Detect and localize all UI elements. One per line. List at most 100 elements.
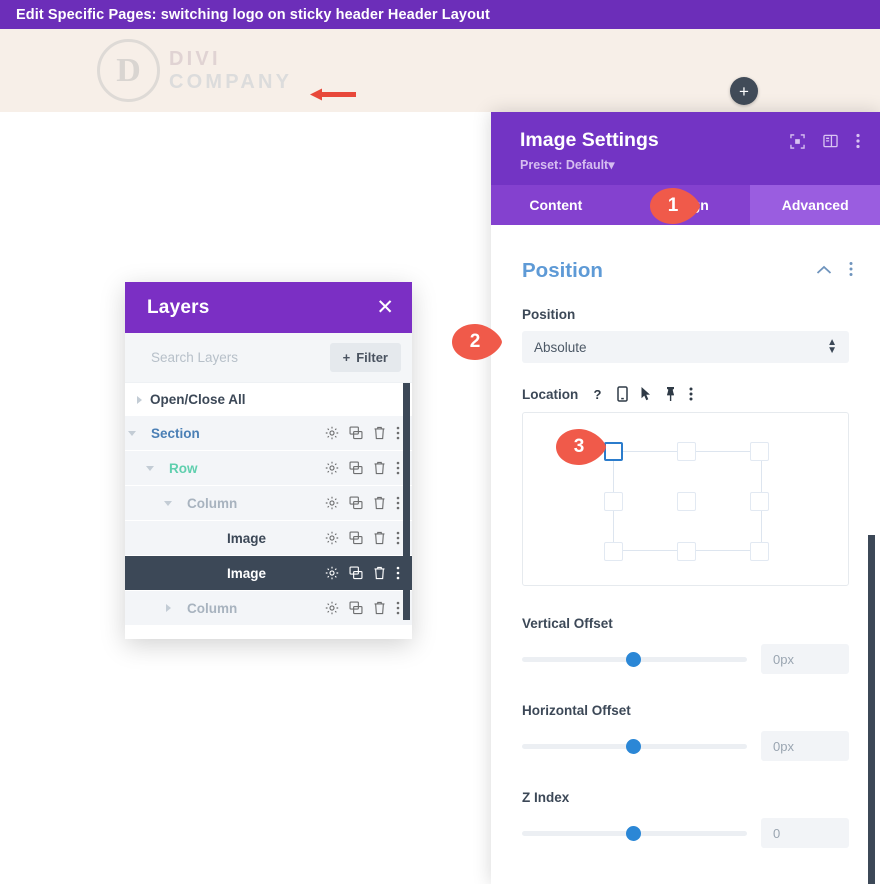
layer-row-column-2[interactable]: Column (125, 486, 412, 520)
layer-row-row-1[interactable]: Row (125, 451, 412, 485)
responsive-phone-icon[interactable] (617, 386, 628, 402)
more-icon[interactable] (396, 426, 400, 440)
layer-row-image-4[interactable]: Image (125, 556, 412, 590)
search-input[interactable]: Search Layers (151, 350, 330, 365)
logo-line-2: COMPANY (169, 71, 293, 93)
layout-icon[interactable] (823, 134, 838, 153)
more-icon[interactable] (396, 601, 400, 615)
slider-track[interactable] (522, 651, 747, 667)
layers-panel-header: Layers ✕ (125, 282, 412, 333)
slider-knob[interactable] (625, 825, 641, 841)
chevron-down-icon: ▾ (608, 158, 615, 172)
location-cell-top-right[interactable] (750, 442, 769, 461)
chevron-right-icon[interactable] (165, 604, 171, 612)
trash-icon[interactable] (373, 496, 386, 510)
offset-sliders: Vertical Offset 0px Horizontal Offset 0px Z … (491, 616, 880, 848)
gear-icon[interactable] (325, 531, 339, 545)
section-title: Position (522, 259, 603, 282)
chevron-down-icon[interactable] (128, 430, 136, 436)
position-field-label: Position (522, 307, 576, 322)
sticky-pin-icon[interactable] (664, 386, 677, 402)
callout-marker-3: 3 (551, 427, 607, 467)
svg-text:?: ? (594, 387, 602, 402)
slider-label: Horizontal Offset (522, 703, 631, 718)
select-arrows-icon: ▲ ▼ (827, 336, 837, 356)
gear-icon[interactable] (325, 496, 339, 510)
location-cell-middle-left[interactable] (604, 492, 623, 511)
slider-knob[interactable] (625, 738, 641, 754)
image-settings-panel: Image Settings Preset: Default▾ Content … (491, 112, 880, 884)
slider-value[interactable]: 0px (761, 644, 849, 674)
trash-icon[interactable] (373, 426, 386, 440)
more-icon[interactable] (396, 461, 400, 475)
location-cell-bottom-center[interactable] (677, 542, 696, 561)
slider-track[interactable] (522, 825, 747, 841)
left-arrow-annotation-icon (310, 88, 356, 101)
duplicate-icon[interactable] (349, 426, 363, 440)
more-icon[interactable] (396, 496, 400, 510)
chevron-up-icon[interactable] (816, 262, 832, 280)
trash-icon[interactable] (373, 461, 386, 475)
duplicate-icon[interactable] (349, 496, 363, 510)
more-vertical-icon[interactable] (849, 261, 853, 282)
layer-row-label: Column (187, 495, 238, 511)
panel-preset[interactable]: Preset: Default▾ (520, 157, 659, 172)
more-icon[interactable] (396, 531, 400, 545)
tab-advanced[interactable]: Advanced (750, 185, 880, 225)
location-cell-middle-center[interactable] (677, 492, 696, 511)
duplicate-icon[interactable] (349, 566, 363, 580)
position-select[interactable]: Absolute ▲ ▼ (522, 331, 849, 363)
gear-icon[interactable] (325, 601, 339, 615)
logo-mark-icon: D (97, 39, 160, 102)
help-icon[interactable]: ? (592, 387, 605, 402)
layer-row-image-3[interactable]: Image (125, 521, 412, 555)
chevron-down-icon[interactable] (146, 465, 154, 471)
slider-group-vertical-offset: Vertical Offset 0px (491, 616, 880, 674)
location-cell-middle-right[interactable] (750, 492, 769, 511)
more-icon[interactable] (396, 566, 400, 580)
duplicate-icon[interactable] (349, 461, 363, 475)
open-close-all-toggle[interactable]: Open/Close All (125, 383, 412, 416)
trash-icon[interactable] (373, 601, 386, 615)
close-icon[interactable]: ✕ (376, 297, 394, 318)
layer-row-section-0[interactable]: Section (125, 416, 412, 450)
panel-header: Image Settings Preset: Default▾ (491, 112, 880, 185)
duplicate-icon[interactable] (349, 531, 363, 545)
gear-icon[interactable] (325, 461, 339, 475)
slider-track[interactable] (522, 738, 747, 754)
layers-scrollbar[interactable] (403, 383, 410, 620)
filter-button-label: Filter (356, 350, 388, 365)
callout-number: 2 (469, 331, 481, 352)
gear-icon[interactable] (325, 426, 339, 440)
logo-line-1: DIVI (169, 48, 221, 70)
focus-icon[interactable] (790, 133, 805, 154)
callout-number: 3 (573, 436, 585, 457)
panel-scrollbar[interactable] (868, 535, 875, 884)
chevron-right-icon (137, 395, 142, 404)
slider-knob[interactable] (625, 651, 641, 667)
filter-button[interactable]: + Filter (329, 343, 401, 372)
slider-label: Vertical Offset (522, 616, 613, 631)
duplicate-icon[interactable] (349, 601, 363, 615)
panel-title: Image Settings (520, 129, 659, 151)
slider-value[interactable]: 0px (761, 731, 849, 761)
panel-body: Position Position Absolute ▲ ▼ Location … (491, 225, 880, 884)
layer-row-column-5[interactable]: Column (125, 591, 412, 625)
chevron-down-icon[interactable] (164, 500, 172, 506)
gear-icon[interactable] (325, 566, 339, 580)
slider-value[interactable]: 0 (761, 818, 849, 848)
trash-icon[interactable] (373, 531, 386, 545)
site-logo[interactable]: D DIVI COMPANY (97, 39, 292, 102)
add-section-button[interactable]: + (730, 77, 758, 105)
trash-icon[interactable] (373, 566, 386, 580)
more-vertical-icon[interactable] (689, 386, 693, 402)
screen: Edit Specific Pages: switching logo on s… (0, 0, 880, 884)
open-close-all-label: Open/Close All (150, 392, 246, 407)
callout-marker-2: 2 (447, 322, 503, 362)
location-cell-top-center[interactable] (677, 442, 696, 461)
location-cell-bottom-left[interactable] (604, 542, 623, 561)
more-vertical-icon[interactable] (856, 133, 860, 154)
hover-cursor-icon[interactable] (640, 386, 652, 402)
tab-content[interactable]: Content (491, 185, 621, 225)
location-cell-bottom-right[interactable] (750, 542, 769, 561)
